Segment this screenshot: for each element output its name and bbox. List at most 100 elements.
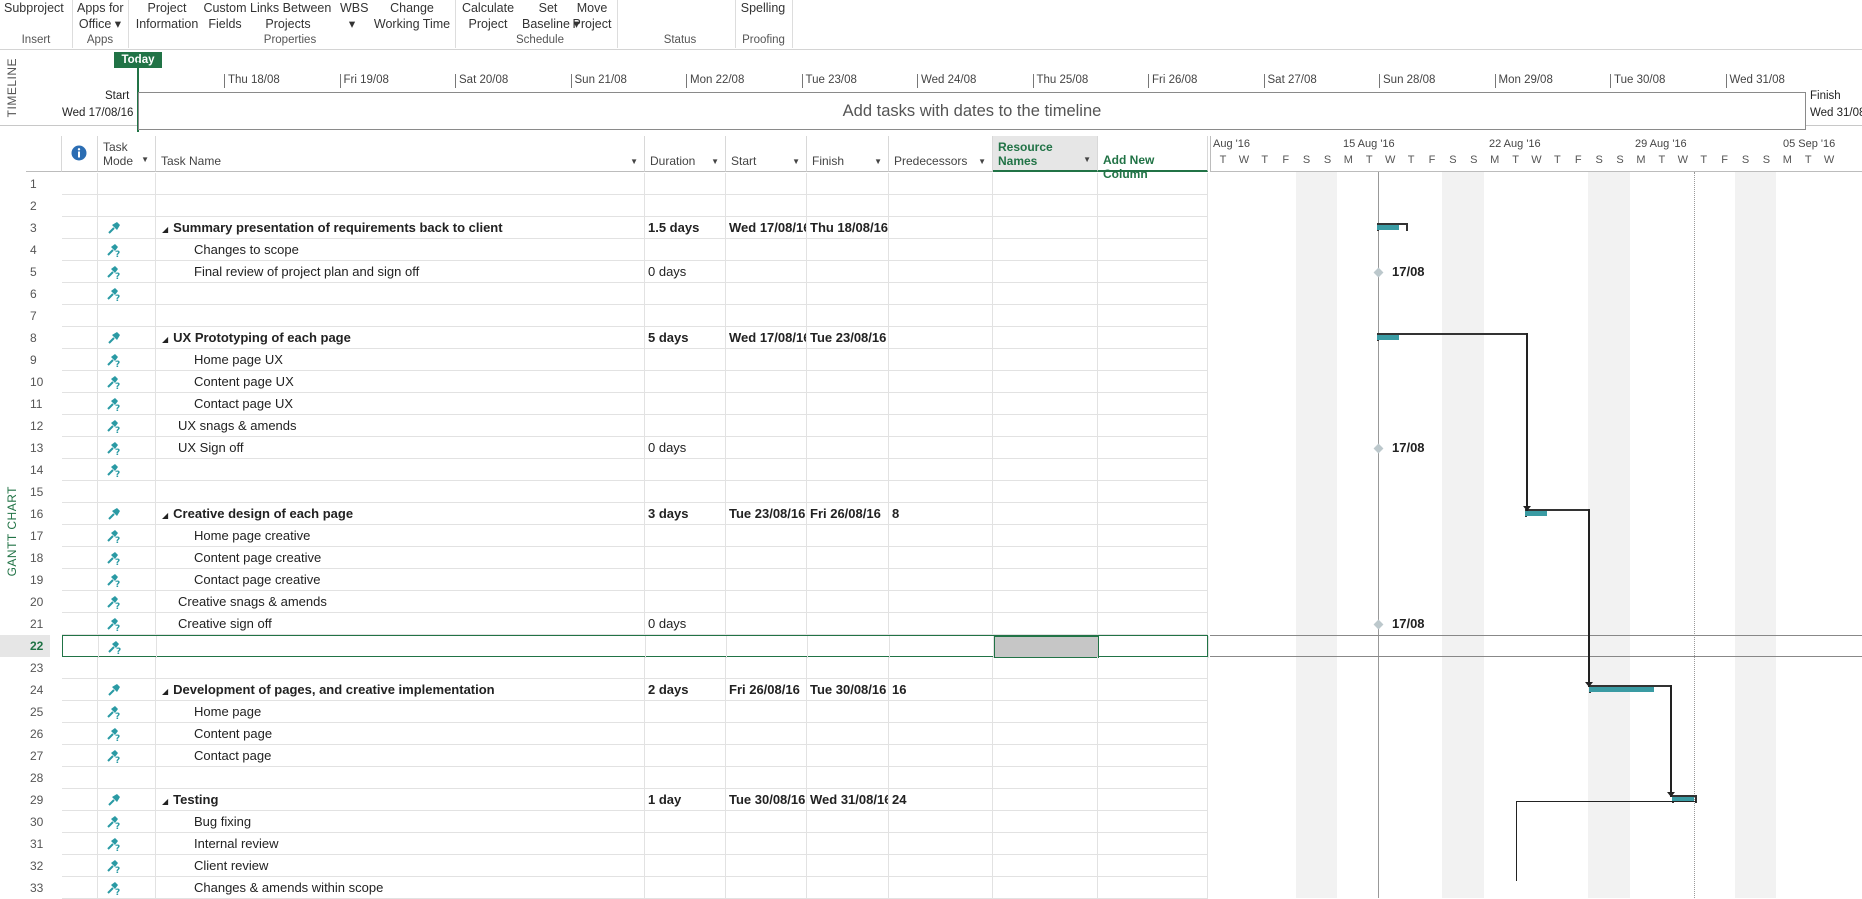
duration-cell[interactable] bbox=[645, 657, 726, 679]
task-mode-cell[interactable] bbox=[98, 217, 156, 239]
start-cell[interactable] bbox=[726, 393, 807, 415]
predecessors-cell[interactable] bbox=[889, 591, 993, 613]
table-row[interactable]: ? Creative snags & amends bbox=[62, 591, 1208, 613]
new-column-cell[interactable] bbox=[1098, 833, 1208, 855]
custom-fields-button[interactable]: Custom Fields bbox=[203, 0, 247, 32]
table-cell[interactable] bbox=[62, 525, 98, 547]
resource-names-cell[interactable] bbox=[993, 547, 1098, 569]
table-row[interactable]: ◢ UX Prototyping of each page 5 days Wed 17… bbox=[62, 327, 1208, 349]
table-row[interactable]: ? Contact page creative bbox=[62, 569, 1208, 591]
duration-cell[interactable]: 0 days bbox=[645, 261, 726, 283]
start-cell[interactable] bbox=[726, 481, 807, 503]
task-name-cell[interactable]: Contact page UX bbox=[156, 393, 645, 415]
row-number[interactable]: 3 bbox=[0, 217, 50, 239]
row-number[interactable]: 21 bbox=[0, 613, 50, 635]
row-number[interactable]: 6 bbox=[0, 283, 50, 305]
task-name-cell[interactable]: Creative sign off bbox=[156, 613, 645, 635]
collapse-icon[interactable]: ◢ bbox=[162, 335, 168, 344]
row-number[interactable]: 30 bbox=[0, 811, 50, 833]
task-name-cell[interactable]: ◢ Development of pages, and creative impl… bbox=[156, 679, 645, 701]
new-column-cell[interactable] bbox=[1098, 745, 1208, 767]
gantt-timescale[interactable]: Aug '16 15 Aug '16 22 Aug '16 29 Aug '16 05 … bbox=[1210, 136, 1862, 172]
table-cell[interactable] bbox=[62, 217, 98, 239]
table-cell[interactable] bbox=[62, 283, 98, 305]
task-name-cell[interactable]: Home page bbox=[156, 701, 645, 723]
links-between-button[interactable]: Links Between Projects bbox=[250, 0, 331, 32]
row-number[interactable]: 16 bbox=[0, 503, 50, 525]
resource-names-cell[interactable] bbox=[993, 459, 1098, 481]
task-name-cell[interactable] bbox=[157, 636, 646, 658]
new-column-cell[interactable] bbox=[1098, 569, 1208, 591]
task-name-cell[interactable]: Home page creative bbox=[156, 525, 645, 547]
duration-cell[interactable] bbox=[645, 547, 726, 569]
resource-names-cell[interactable] bbox=[993, 371, 1098, 393]
resource-names-cell[interactable] bbox=[993, 723, 1098, 745]
resource-names-cell[interactable] bbox=[993, 657, 1098, 679]
task-mode-cell[interactable]: ? bbox=[98, 877, 156, 899]
table-cell[interactable] bbox=[62, 591, 98, 613]
duration-cell[interactable] bbox=[645, 701, 726, 723]
start-cell[interactable] bbox=[726, 613, 807, 635]
duration-cell[interactable] bbox=[645, 811, 726, 833]
row-number[interactable]: 22 bbox=[0, 635, 50, 657]
predecessors-cell[interactable] bbox=[889, 767, 993, 789]
table-cell[interactable] bbox=[62, 481, 98, 503]
row-number[interactable]: 26 bbox=[0, 723, 50, 745]
duration-cell[interactable]: 0 days bbox=[645, 613, 726, 635]
table-row[interactable]: ? Home page UX bbox=[62, 349, 1208, 371]
resource-names-cell[interactable] bbox=[994, 636, 1099, 658]
table-cell[interactable] bbox=[62, 679, 98, 701]
task-mode-cell[interactable] bbox=[98, 657, 156, 679]
table-cell[interactable] bbox=[62, 745, 98, 767]
predecessors-cell[interactable] bbox=[889, 525, 993, 547]
start-cell[interactable] bbox=[726, 437, 807, 459]
task-name-cell[interactable]: Changes & amends within scope bbox=[156, 877, 645, 899]
task-name-cell[interactable]: Contact page bbox=[156, 745, 645, 767]
row-number[interactable]: 28 bbox=[0, 767, 50, 789]
table-cell[interactable] bbox=[62, 855, 98, 877]
task-name-cell[interactable] bbox=[156, 305, 645, 327]
start-cell[interactable] bbox=[726, 195, 807, 217]
row-number[interactable]: 8 bbox=[0, 327, 50, 349]
task-name-cell[interactable]: Creative snags & amends bbox=[156, 591, 645, 613]
table-row[interactable]: ◢ Development of pages, and creative impl… bbox=[62, 679, 1208, 701]
table-row[interactable]: ? Final review of project plan and sign o… bbox=[62, 261, 1208, 283]
duration-cell[interactable] bbox=[645, 833, 726, 855]
task-name-cell[interactable]: Content page bbox=[156, 723, 645, 745]
resource-names-cell[interactable] bbox=[993, 525, 1098, 547]
start-cell[interactable] bbox=[726, 305, 807, 327]
row-number[interactable]: 9 bbox=[0, 349, 50, 371]
col-resource-names[interactable]: Resource Names ▼ bbox=[993, 136, 1098, 172]
resource-names-cell[interactable] bbox=[993, 481, 1098, 503]
start-cell[interactable] bbox=[726, 591, 807, 613]
duration-cell[interactable] bbox=[645, 745, 726, 767]
finish-cell[interactable] bbox=[807, 459, 889, 481]
row-number[interactable]: 25 bbox=[0, 701, 50, 723]
finish-cell[interactable] bbox=[807, 547, 889, 569]
start-cell[interactable] bbox=[726, 877, 807, 899]
table-row[interactable]: ◢ Summary presentation of requirements ba… bbox=[62, 217, 1208, 239]
duration-cell[interactable] bbox=[645, 283, 726, 305]
resource-names-cell[interactable] bbox=[993, 745, 1098, 767]
task-name-cell[interactable] bbox=[156, 195, 645, 217]
task-mode-cell[interactable]: ? bbox=[98, 547, 156, 569]
start-cell[interactable] bbox=[726, 701, 807, 723]
table-row[interactable] bbox=[62, 305, 1208, 327]
col-task-mode[interactable]: Task Mode ▼ bbox=[98, 136, 156, 172]
resource-names-cell[interactable] bbox=[993, 833, 1098, 855]
new-column-cell[interactable] bbox=[1098, 437, 1208, 459]
task-mode-cell[interactable] bbox=[98, 195, 156, 217]
new-column-cell[interactable] bbox=[1098, 283, 1208, 305]
collapse-icon[interactable]: ◢ bbox=[162, 511, 168, 520]
task-name-cell[interactable]: Client review bbox=[156, 855, 645, 877]
new-column-cell[interactable] bbox=[1098, 195, 1208, 217]
task-mode-cell[interactable]: ? bbox=[98, 459, 156, 481]
task-mode-cell[interactable]: ? bbox=[98, 723, 156, 745]
start-cell[interactable]: Fri 26/08/16 bbox=[726, 679, 807, 701]
row-number[interactable]: 4 bbox=[0, 239, 50, 261]
wbs-button[interactable]: WBS ▾ bbox=[340, 0, 368, 32]
task-mode-cell[interactable]: ? bbox=[98, 855, 156, 877]
task-name-cell[interactable]: Home page UX bbox=[156, 349, 645, 371]
task-mode-cell[interactable] bbox=[98, 679, 156, 701]
duration-cell[interactable] bbox=[645, 173, 726, 195]
